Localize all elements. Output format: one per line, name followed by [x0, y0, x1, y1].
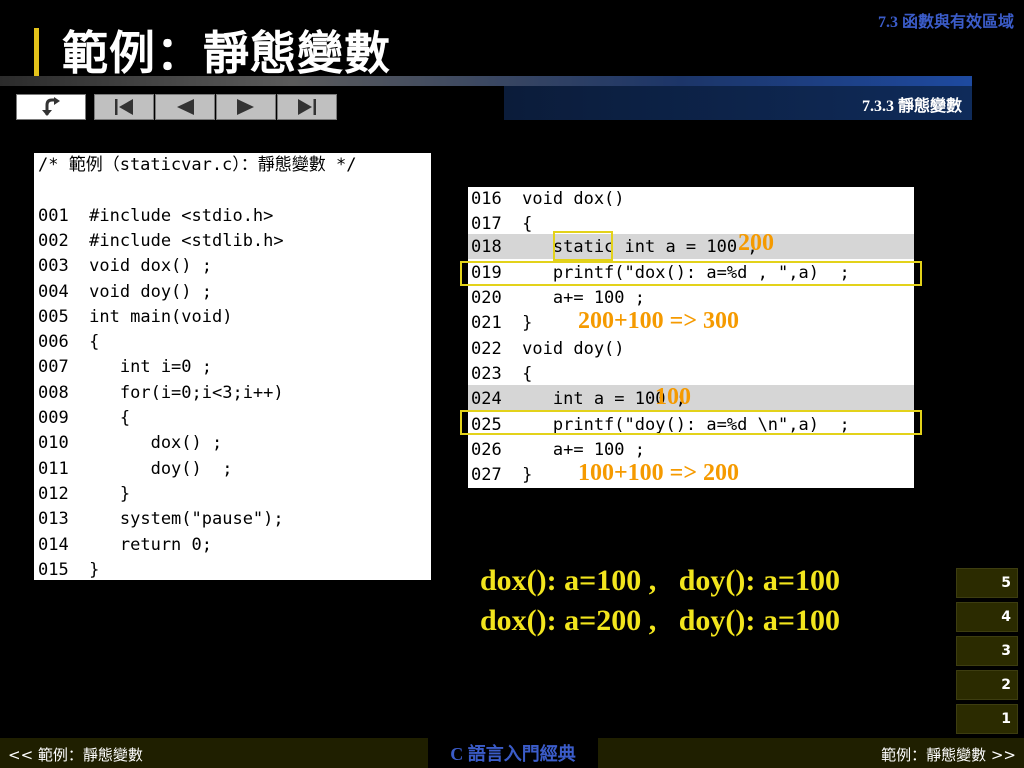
dox-value-annotation: 200	[738, 230, 774, 256]
next-slide-button[interactable]	[216, 94, 276, 120]
book-title: C 語言入門經典	[428, 738, 598, 768]
function-code-listing: 016 void dox() 017 { 018 static int a = …	[468, 187, 914, 488]
page-button-3[interactable]: 3	[956, 636, 1018, 666]
code-line: 013 system("pause");	[38, 509, 284, 529]
first-slide-button[interactable]	[94, 94, 154, 120]
triangle-right-icon	[237, 99, 254, 115]
code-line: 015 }	[38, 560, 100, 580]
code-line: 007 int i=0 ;	[38, 357, 212, 377]
dox-printf-highlight	[460, 261, 922, 286]
previous-page-link[interactable]: << 範例：靜態變數	[8, 744, 143, 765]
doy-printf-highlight	[460, 410, 922, 435]
code-line: 011 doy() ;	[38, 459, 233, 479]
doy-value-annotation: 100	[655, 384, 691, 410]
next-page-link[interactable]: 範例：靜態變數 >>	[881, 744, 1016, 765]
last-slide-button[interactable]	[277, 94, 337, 120]
code-line: 004 void doy() ;	[38, 282, 212, 302]
code-line: 017 {	[471, 214, 533, 234]
page-button-1[interactable]: 1	[956, 704, 1018, 734]
code-line: 006 {	[38, 332, 100, 352]
page-button-2[interactable]: 2	[956, 670, 1018, 700]
code-line: 008 for(i=0;i<3;i++)	[38, 383, 284, 403]
page-button-5[interactable]: 5	[956, 568, 1018, 598]
return-arrow-icon	[42, 97, 60, 116]
page-title: 範例：靜態變數	[62, 26, 391, 80]
code-header-comment: /* 範例（staticvar.c）：靜態變數 */	[38, 155, 357, 175]
dox-calc-annotation: 200+100 => 300	[578, 308, 740, 334]
code-line: 024 int a = 100 ;	[471, 389, 686, 409]
previous-slide-button[interactable]	[155, 94, 215, 120]
code-line: 009 {	[38, 408, 131, 428]
code-line: 010 dox() ;	[38, 433, 223, 453]
code-line: 021 }	[471, 313, 533, 333]
code-line: 014 return 0;	[38, 535, 212, 555]
output-line-1: dox(): a=100 , doy(): a=100	[480, 564, 840, 597]
doy-calc-annotation: 100+100 => 200	[578, 460, 740, 486]
code-line: 005 int main(void)	[38, 307, 233, 327]
main-code-listing: /* 範例（staticvar.c）：靜態變數 */ 001 #include …	[34, 153, 431, 580]
code-line: 027 }	[471, 465, 533, 485]
code-line: 001 #include <stdio.h>	[38, 206, 274, 226]
code-line: 018 static int a = 100 ;	[471, 237, 758, 257]
section-label: 7.3 函數與有效區域	[877, 14, 1014, 31]
page-button-4[interactable]: 4	[956, 602, 1018, 632]
code-line: 016 void dox()	[471, 189, 625, 209]
back-button[interactable]	[16, 94, 86, 120]
code-line: 002 #include <stdlib.h>	[38, 231, 284, 251]
title-accent-bar	[34, 28, 39, 80]
skip-last-icon	[298, 99, 316, 115]
code-line: 003 void dox() ;	[38, 256, 212, 276]
skip-first-icon	[115, 99, 133, 115]
subsection-label: 7.3.3 靜態變數	[861, 98, 962, 115]
output-line-2: dox(): a=200 , doy(): a=100	[480, 604, 840, 637]
triangle-left-icon	[177, 99, 194, 115]
code-line: 023 {	[471, 364, 533, 384]
code-line: 012 }	[38, 484, 131, 504]
title-underline	[0, 76, 972, 86]
static-keyword-highlight	[553, 231, 613, 261]
code-line: 022 void doy()	[471, 339, 625, 359]
